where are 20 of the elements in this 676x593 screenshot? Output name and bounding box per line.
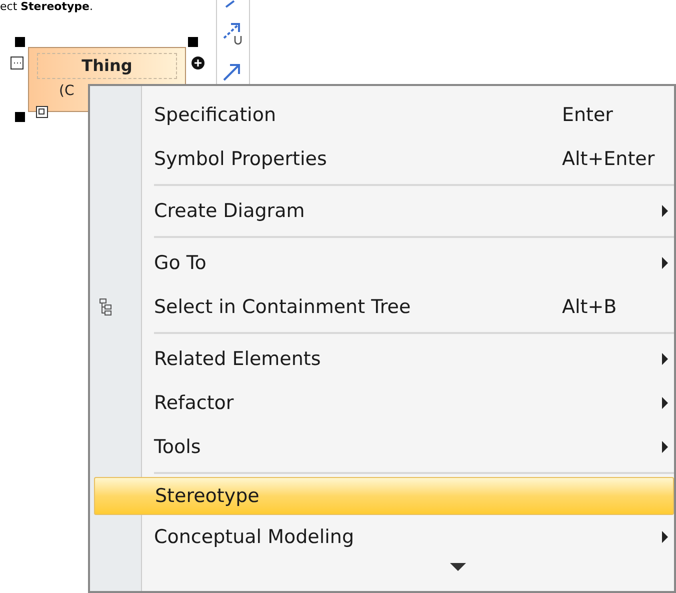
element-name: Thing (82, 55, 132, 77)
menu-item[interactable]: Conceptual Modeling (142, 515, 674, 559)
caption-text: ect Stereotype. (0, 0, 93, 13)
plus-circle-icon[interactable] (191, 56, 205, 70)
element-type-label: (C (59, 82, 74, 101)
resize-handle-icon[interactable] (188, 37, 198, 47)
menu-item[interactable]: Related Elements (142, 337, 674, 381)
resize-handle-icon[interactable] (15, 112, 25, 122)
scroll-down-icon[interactable] (450, 563, 466, 571)
menu-item[interactable]: Tools (142, 425, 674, 469)
menu-item[interactable]: Refactor (142, 381, 674, 425)
menu-item[interactable]: Select in Containment Tree Alt+B (142, 285, 674, 329)
resize-handle-icon[interactable] (15, 37, 25, 47)
more-options-icon[interactable] (10, 56, 24, 70)
dashed-arrow-icon[interactable] (222, 22, 244, 46)
menu-item[interactable]: Symbol Properties Alt+Enter (142, 137, 674, 181)
menu-item[interactable]: Create Diagram (142, 189, 674, 233)
menu-item[interactable]: Go To (142, 241, 674, 285)
menu-item[interactable]: Stereotype (94, 477, 674, 515)
expand-icon[interactable] (36, 106, 48, 118)
